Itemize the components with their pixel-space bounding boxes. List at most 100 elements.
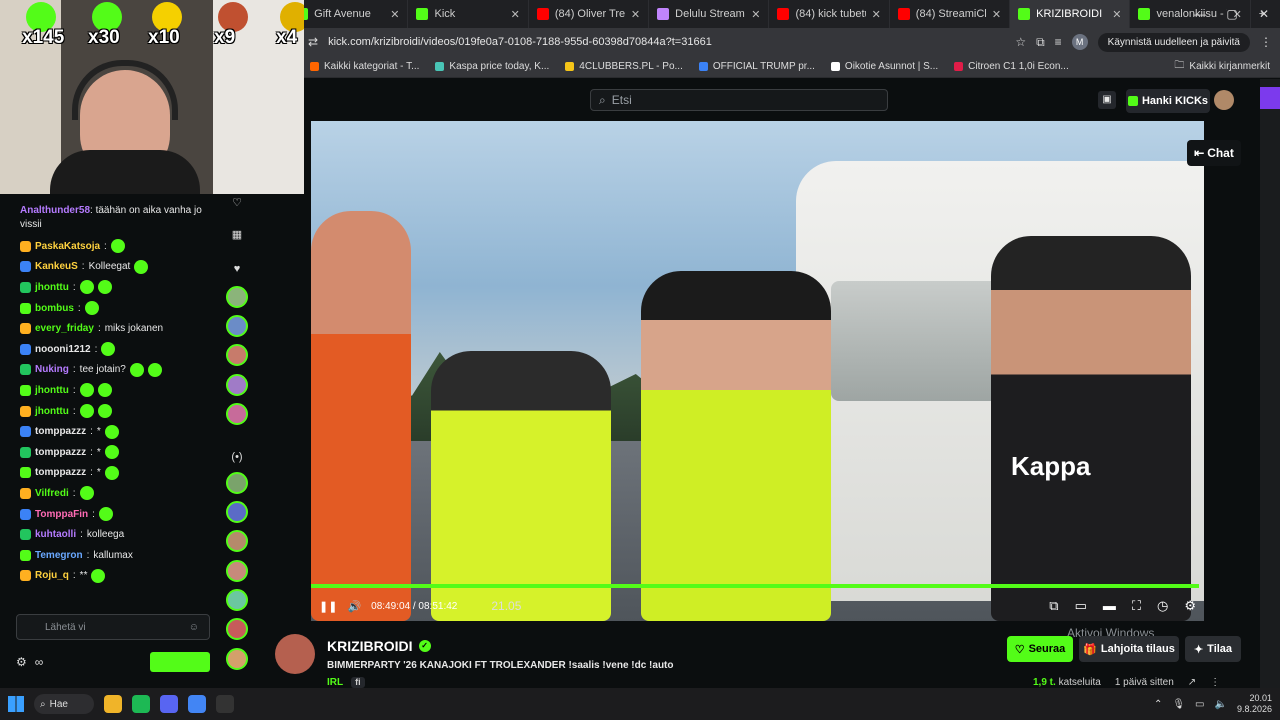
sidebar-channel-avatar[interactable]: [226, 374, 248, 396]
tab-close-icon[interactable]: ✕: [631, 8, 640, 21]
chat-username[interactable]: noooni1212: [35, 344, 91, 355]
chat-username[interactable]: jhonttu: [35, 385, 69, 396]
chat-username[interactable]: Analthunder58: [20, 205, 90, 216]
clip-icon[interactable]: ▭: [1075, 598, 1087, 614]
gift-sub-button[interactable]: 🎁 Lahjoita tilaus: [1079, 636, 1179, 662]
chat-username[interactable]: kuhtaolli: [35, 529, 76, 540]
file-explorer-icon[interactable]: [104, 695, 122, 713]
tab-close-icon[interactable]: ✕: [511, 8, 520, 21]
star-icon[interactable]: ☆: [1015, 35, 1026, 49]
media-icon[interactable]: ≡: [1055, 35, 1062, 49]
search-input[interactable]: ⌕ Etsi: [590, 89, 888, 111]
chat-username[interactable]: jhonttu: [35, 406, 69, 417]
user-avatar[interactable]: [1214, 90, 1234, 110]
sidebar-channel-avatar[interactable]: [226, 530, 248, 552]
chat-username[interactable]: Vilfredi: [35, 488, 69, 499]
address-bar[interactable]: kick.com/krizibroidi/videos/019fe0a7-010…: [328, 36, 1005, 48]
chat-username[interactable]: tomppazzz: [35, 426, 86, 437]
chat-toggle-button[interactable]: ⇤ Chat: [1187, 140, 1241, 166]
tab-close-icon[interactable]: ✕: [992, 8, 1001, 21]
browser-tab[interactable]: (84) StreamiClip ✕: [890, 0, 1011, 28]
sidebar-channel-avatar[interactable]: [226, 315, 248, 337]
pause-icon[interactable]: ❚❚: [319, 600, 337, 613]
sidebar-channel-avatar[interactable]: [226, 344, 248, 366]
bookmark-item[interactable]: 4CLUBBERS.PL - Po...: [565, 61, 683, 72]
taskbar-search[interactable]: ⌕ Hae: [34, 694, 94, 714]
link-icon[interactable]: ∞: [35, 655, 44, 669]
more-icon[interactable]: ⋮: [1210, 677, 1220, 688]
maximize-icon[interactable]: ▢: [1216, 0, 1248, 28]
spotify-icon[interactable]: [132, 695, 150, 713]
share-icon[interactable]: ↗: [1188, 677, 1196, 688]
sidebar-channel-avatar[interactable]: [226, 618, 248, 640]
browser-tab[interactable]: KRIZIBROIDI ✕: [1010, 0, 1131, 28]
live-icon[interactable]: (•): [228, 448, 246, 466]
chat-username[interactable]: Roju_q: [35, 570, 69, 581]
tab-close-icon[interactable]: ✕: [390, 8, 399, 21]
all-bookmarks[interactable]: 🗀 Kaikki kirjanmerkit: [1174, 58, 1270, 75]
follow-button[interactable]: ♡ Seuraa: [1007, 636, 1073, 662]
heart-icon[interactable]: ♡: [228, 194, 246, 212]
tab-close-icon[interactable]: ✕: [751, 8, 760, 21]
browser-tab[interactable]: Delulu Stream ✕: [649, 0, 770, 28]
theater-icon[interactable]: ▬: [1103, 598, 1116, 614]
chat-username[interactable]: tomppazzz: [35, 467, 86, 478]
speaker-icon[interactable]: 🔈: [1215, 699, 1227, 710]
chat-send-button[interactable]: [150, 652, 210, 672]
bookmark-item[interactable]: Kaikki kategoriat - T...: [310, 61, 419, 72]
sidebar-channel-avatar[interactable]: [226, 648, 248, 670]
category-link[interactable]: IRL: [327, 677, 343, 688]
discord-icon[interactable]: [160, 695, 178, 713]
extensions-icon[interactable]: ⧉: [1036, 35, 1045, 50]
tab-close-icon[interactable]: ✕: [1112, 8, 1121, 21]
chrome-icon[interactable]: [188, 695, 206, 713]
chat-username[interactable]: KankeuS: [35, 261, 78, 272]
sidebar-channel-avatar[interactable]: [226, 472, 248, 494]
sidebar-channel-avatar[interactable]: [226, 286, 248, 308]
profile-avatar[interactable]: M: [1071, 34, 1088, 50]
emoji-icon[interactable]: ☺: [189, 622, 199, 633]
bookmark-item[interactable]: OFFICIAL TRUMP pr...: [698, 61, 815, 72]
chat-username[interactable]: Nuking: [35, 364, 69, 375]
heart-filled-icon[interactable]: ♥: [228, 260, 246, 278]
close-icon[interactable]: ✕: [1248, 0, 1280, 28]
get-kicks-button[interactable]: Hanki KICKs: [1126, 89, 1210, 113]
mini-player-icon[interactable]: ⧉: [1049, 598, 1058, 614]
chat-username[interactable]: TomppaFin: [35, 509, 88, 520]
bookmark-item[interactable]: Citroen C1 1,0i Econ...: [954, 61, 1069, 72]
gift-box-icon[interactable]: ▣: [1098, 91, 1116, 109]
menu-icon[interactable]: ⋮: [1260, 35, 1272, 49]
bookmark-item[interactable]: Kaspa price today, K...: [435, 61, 549, 72]
fullscreen-icon[interactable]: ⛶: [1132, 598, 1141, 614]
chevron-up-icon[interactable]: ⌃: [1154, 699, 1162, 710]
channel-name[interactable]: KRIZIBROIDI: [327, 638, 413, 654]
browser-tab[interactable]: (84) Oliver Tree & ✕: [529, 0, 650, 28]
system-clock[interactable]: 20.01 9.8.2026: [1237, 693, 1272, 715]
microphone-icon[interactable]: 🎙: [1172, 699, 1185, 710]
browser-tab[interactable]: Kick ✕: [408, 0, 529, 28]
subscribe-button[interactable]: ✦ Tilaa: [1185, 636, 1241, 662]
sidebar-channel-avatar[interactable]: [226, 589, 248, 611]
sidebar-channel-avatar[interactable]: [226, 560, 248, 582]
language-tag[interactable]: fi: [351, 677, 365, 688]
video-progress-bar[interactable]: [311, 584, 1200, 588]
sidebar-channel-avatar[interactable]: [226, 403, 248, 425]
windows-start-icon[interactable]: [8, 696, 24, 712]
chat-username[interactable]: bombus: [35, 303, 74, 314]
settings-icon[interactable]: ⚙: [16, 655, 27, 669]
tune-icon[interactable]: ⇄: [308, 35, 318, 49]
chat-username[interactable]: every_friday: [35, 323, 94, 334]
chat-username[interactable]: jhonttu: [35, 282, 69, 293]
network-icon[interactable]: ▭: [1195, 699, 1204, 710]
chat-input[interactable]: Lähetä vi ☺: [16, 614, 210, 640]
browser-tab[interactable]: Gift Avenue ✕: [288, 0, 409, 28]
video-player[interactable]: Kappa: [311, 121, 1204, 621]
minimize-icon[interactable]: —: [1184, 0, 1216, 28]
bookmark-item[interactable]: Oikotie Asunnot | S...: [830, 61, 938, 72]
chat-username[interactable]: tomppazzz: [35, 447, 86, 458]
restart-update-button[interactable]: Käynnistä uudelleen ja päivitä: [1097, 32, 1250, 52]
sidebar-channel-avatar[interactable]: [226, 501, 248, 523]
chat-username[interactable]: PaskaKatsoja: [35, 241, 100, 252]
settings-icon[interactable]: ⚙: [1184, 598, 1196, 614]
browser-tab[interactable]: (84) kick tubetus ✕: [769, 0, 890, 28]
